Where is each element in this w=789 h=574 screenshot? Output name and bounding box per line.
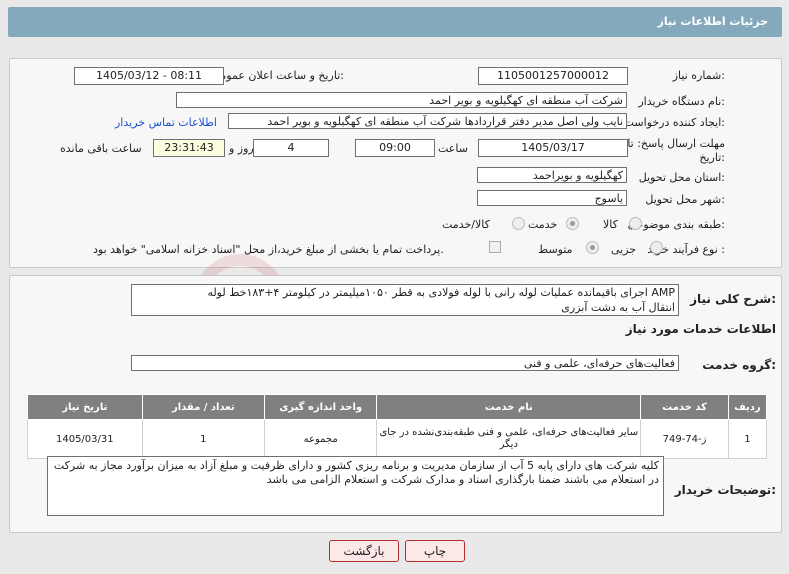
process-option-minor: جزیی	[611, 243, 637, 256]
page-title: جزئیات اطلاعات نیاز	[657, 15, 769, 28]
creator-field[interactable]: نایب ولی اصل مدیر دفتر قراردادها شرکت آب…	[228, 113, 627, 129]
col-header-code: کد خدمت	[640, 394, 729, 420]
description-line-2: انتقال آب به دشت آبزری	[561, 301, 675, 314]
buyer-notes-label: توضیحات خریدار:	[674, 483, 776, 497]
category-radio-service[interactable]	[566, 217, 579, 230]
cell-unit: مجموعه	[264, 419, 378, 459]
col-header-date: تاریخ نیاز	[27, 394, 143, 420]
time-label: ساعت	[438, 142, 468, 155]
col-header-unit: واحد اندازه گیری	[264, 394, 378, 420]
page-header: جزئیات اطلاعات نیاز	[8, 7, 782, 37]
city-label: شهر محل تحویل:	[645, 193, 725, 206]
service-group-field[interactable]: فعالیت‌های حرفه‌ای، علمی و فنی	[131, 355, 679, 371]
province-label: استان محل تحویل:	[638, 171, 725, 184]
col-header-row-number: ردیف	[727, 394, 768, 420]
description-label: شرح کلی نیاز:	[690, 292, 776, 306]
col-header-qty: تعداد / مقدار	[141, 394, 266, 420]
print-button[interactable]: چاپ	[405, 540, 465, 562]
payment-note: پرداخت تمام یا بخشی از مبلغ خرید،از محل …	[93, 243, 444, 256]
cell-name: سایر فعالیت‌های حرفه‌ای، علمی و فنی طبقه…	[376, 419, 642, 459]
deadline-time-field[interactable]: 09:00	[355, 139, 435, 157]
cell-row-number: 1	[727, 419, 768, 459]
services-section-title: اطلاعات خدمات مورد نیاز	[625, 322, 776, 336]
days-label: روز و	[229, 142, 254, 155]
category-label: طبقه بندی موضوعی:	[627, 218, 725, 231]
cell-qty: 1	[141, 419, 266, 459]
service-group-label: گروه خدمت:	[702, 358, 776, 372]
services-table: ردیف کد خدمت نام خدمت واحد اندازه گیری ت…	[27, 394, 768, 459]
table-row: 1 ز-74-749 سایر فعالیت‌های حرفه‌ای، علمی…	[27, 419, 768, 459]
description-textarea[interactable]: AMP اجرای باقیمانده عملیات لوله رانی با …	[131, 284, 679, 316]
remaining-label: ساعت باقی مانده	[60, 142, 142, 155]
creator-label: ایجاد کننده درخواست:	[623, 116, 725, 129]
buyer-field[interactable]: شرکت آب منطقه ای کهگیلویه و بویر احمد	[176, 92, 627, 108]
cell-date: 1405/03/31	[27, 419, 143, 459]
table-header-row: ردیف کد خدمت نام خدمت واحد اندازه گیری ت…	[27, 394, 768, 420]
process-radio-medium[interactable]	[586, 241, 599, 254]
category-option-goods: کالا	[603, 218, 618, 231]
back-button[interactable]: بازگشت	[329, 540, 399, 562]
deadline-label: مهلت ارسال پاسخ: تا تاریخ:	[627, 137, 725, 164]
announce-field[interactable]: 1405/03/12 - 08:11	[74, 67, 224, 85]
buyer-notes-textarea[interactable]: کلیه شرکت های دارای پایه 5 آب از سازمان …	[47, 456, 664, 516]
city-field[interactable]: یاسوج	[477, 190, 627, 206]
process-option-medium: متوسط	[538, 243, 573, 256]
cell-code: ز-74-749	[640, 419, 729, 459]
need-number-label: شماره نیاز:	[672, 69, 725, 82]
announce-label: تاریخ و ساعت اعلان عمومی:	[211, 69, 344, 82]
treasury-payment-checkbox[interactable]	[489, 241, 501, 253]
buyer-label: نام دستگاه خریدار:	[638, 95, 725, 108]
province-field[interactable]: کهگیلویه و بویراحمد	[477, 167, 627, 183]
col-header-name: نام خدمت	[376, 394, 642, 420]
remaining-time-field: 23:31:43	[153, 139, 225, 157]
category-radio-goods[interactable]	[629, 217, 642, 230]
category-option-service: خدمت	[528, 218, 558, 231]
category-radio-goods-service[interactable]	[512, 217, 525, 230]
need-number-field[interactable]: 1105001257000012	[478, 67, 628, 85]
description-line-1: AMP اجرای باقیمانده عملیات لوله رانی با …	[207, 286, 675, 299]
category-option-goods-service: کالا/خدمت	[442, 218, 490, 231]
process-radio-minor[interactable]	[650, 241, 663, 254]
deadline-date-field[interactable]: 1405/03/17	[478, 139, 628, 157]
days-field[interactable]: 4	[253, 139, 329, 157]
contact-info-link[interactable]: اطلاعات تماس خریدار	[115, 116, 217, 129]
